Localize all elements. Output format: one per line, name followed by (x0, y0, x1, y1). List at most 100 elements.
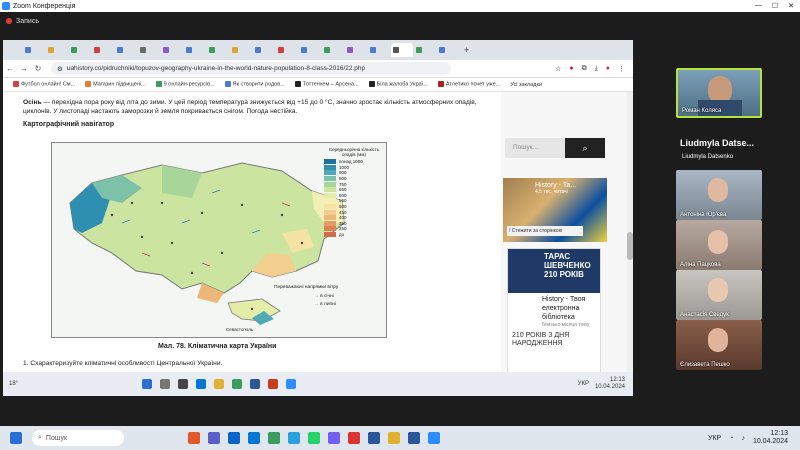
chrome-icon[interactable] (268, 432, 280, 444)
bookmark-item[interactable]: Футбол онлайн! См... (13, 81, 75, 88)
download-icon[interactable]: ⤓ (595, 65, 598, 73)
taskview-icon[interactable] (178, 379, 189, 389)
bookmark-item[interactable]: 9 онлайн-ресурсів... (155, 81, 215, 88)
close-icon[interactable]: ✕ (788, 2, 794, 10)
url-text[interactable]: uahistory.co/pidruchniki/topuzov-geograp… (67, 65, 365, 72)
fb-page-name[interactable]: History - Ta... (507, 182, 603, 189)
bookmark-item[interactable]: Магазин підвищені... (85, 81, 146, 88)
search-button[interactable]: ⌕ (565, 138, 605, 158)
browser-tab[interactable] (23, 43, 45, 57)
volume-icon[interactable]: ♪ (741, 435, 745, 442)
zoom-icon[interactable] (286, 379, 297, 389)
browser-tab[interactable] (161, 43, 183, 57)
app-icon[interactable] (368, 432, 380, 444)
extension-icon[interactable]: ● (569, 65, 573, 73)
minimize-icon[interactable]: — (755, 2, 762, 10)
search-icon: ⌕ (38, 434, 42, 441)
browser-tab-active[interactable] (391, 43, 413, 57)
browser-tab[interactable] (299, 43, 321, 57)
teams-icon[interactable] (208, 432, 220, 444)
legend-swatch (324, 176, 336, 182)
browser-tab[interactable] (414, 43, 436, 57)
participant-name: Liudmyla Datsenko (682, 154, 734, 160)
bookmark-item[interactable]: Біла жалоба Украї... (368, 81, 428, 88)
forward-icon[interactable]: → (17, 64, 31, 73)
browser-tab[interactable] (253, 43, 275, 57)
browser-tab[interactable] (276, 43, 298, 57)
browser-tab[interactable] (322, 43, 344, 57)
browser-tab[interactable] (69, 43, 91, 57)
widgets-icon[interactable] (188, 432, 200, 444)
feed-post-text: 210 РОКІВ З ДНЯ НАРОДЖЕННЯ (512, 332, 570, 347)
participant-namecard[interactable]: Liudmyla Datse... Liudmyla Datsenko (676, 128, 762, 168)
facebook-page-card[interactable]: History - Ta... 4,5 тис. читачі f Стежит… (503, 178, 607, 242)
all-bookmarks[interactable]: Усі закладки (510, 82, 542, 88)
bookmark-item[interactable]: Тоттенхем – Арсена... (294, 81, 359, 88)
chrome-icon[interactable] (232, 379, 243, 389)
legend-swatch (324, 192, 336, 198)
star-icon[interactable]: ☆ (555, 65, 561, 73)
menu-icon[interactable]: ⋮ (618, 65, 625, 73)
browser-tab[interactable] (230, 43, 252, 57)
profile-avatar[interactable]: ● (606, 65, 610, 73)
telegram-icon[interactable] (288, 432, 300, 444)
explorer-icon[interactable] (388, 432, 400, 444)
browser-tab[interactable] (46, 43, 68, 57)
address-bar[interactable]: ⚙ uahistory.co/pidruchniki/topuzov-geogr… (51, 62, 451, 75)
powerpoint-icon[interactable] (268, 379, 279, 389)
browser-tab[interactable] (345, 43, 367, 57)
start-icon[interactable] (10, 432, 22, 444)
shared-screen: + ← → ↻ ⚙ uahistory.co/pidruchniki/topuz… (3, 40, 633, 396)
lang-indicator[interactable]: УКР (708, 435, 721, 442)
viber-icon[interactable] (328, 432, 340, 444)
search-input[interactable]: Пошук... (505, 138, 565, 158)
legend-label: понад 1000 (339, 159, 363, 165)
browser-tab[interactable] (184, 43, 206, 57)
mail-icon[interactable] (228, 432, 240, 444)
edge-icon[interactable] (248, 432, 260, 444)
participant-video[interactable]: Антоніна Юр'єва (676, 170, 762, 220)
explorer-icon[interactable] (214, 379, 225, 389)
clock-date: 10.04.2024 (752, 438, 788, 445)
extensions-icon[interactable]: ⧉ (582, 65, 587, 73)
feed-title[interactable]: History - Твоя електронна бібліотека (508, 293, 600, 322)
browser-tab[interactable] (138, 43, 160, 57)
bookmark-item[interactable]: Як створити родов... (224, 81, 285, 88)
new-tab-icon[interactable]: + (464, 45, 469, 55)
participant-avatar (708, 178, 728, 202)
legend-swatch (324, 226, 336, 232)
back-icon[interactable]: ← (3, 64, 17, 73)
app-icon[interactable] (348, 432, 360, 444)
participant-video[interactable]: Анастасія Сведук (676, 270, 762, 320)
browser-tabstrip: + (3, 40, 633, 60)
browser-tab[interactable] (92, 43, 114, 57)
search-icon[interactable] (160, 379, 171, 389)
site-info-icon[interactable]: ⚙ (57, 65, 63, 73)
page-scrollbar[interactable] (627, 92, 633, 396)
browser-tab[interactable] (207, 43, 229, 57)
zoom-icon[interactable] (428, 432, 440, 444)
word-icon[interactable] (408, 432, 420, 444)
edge-icon[interactable] (196, 379, 207, 389)
lang-indicator[interactable]: УКР (578, 381, 589, 387)
browser-tab[interactable] (437, 43, 459, 57)
maximize-icon[interactable]: ☐ (772, 2, 778, 10)
weather-temp: 18° (9, 381, 19, 387)
legend-label: 450 (339, 209, 347, 215)
bookmark-item[interactable]: Атлетико почет уже... (437, 81, 500, 88)
taskbar-search[interactable]: ⌕ Пошук (32, 430, 124, 446)
browser-tab[interactable] (368, 43, 390, 57)
wifi-icon[interactable]: ◔ (729, 435, 733, 442)
participant-video[interactable]: Єлизавета Пешко (676, 320, 762, 370)
whatsapp-icon[interactable] (308, 432, 320, 444)
map-legend: Середньорічна кількість опадів (мм) пона… (324, 147, 384, 238)
participant-video[interactable]: Аліна Пацкова (676, 220, 762, 270)
wind-legend: Переважаючі напрямки вітру → в січні → в… (274, 285, 384, 307)
fb-follow-button[interactable]: f Стежити за сторінкою (507, 226, 583, 236)
browser-tab[interactable] (115, 43, 137, 57)
recording-label[interactable]: Запись (16, 18, 39, 25)
reload-icon[interactable]: ↻ (31, 64, 45, 73)
start-icon[interactable] (142, 379, 153, 389)
word-icon[interactable] (250, 379, 261, 389)
participant-video[interactable]: Роман Коляса (676, 68, 762, 118)
